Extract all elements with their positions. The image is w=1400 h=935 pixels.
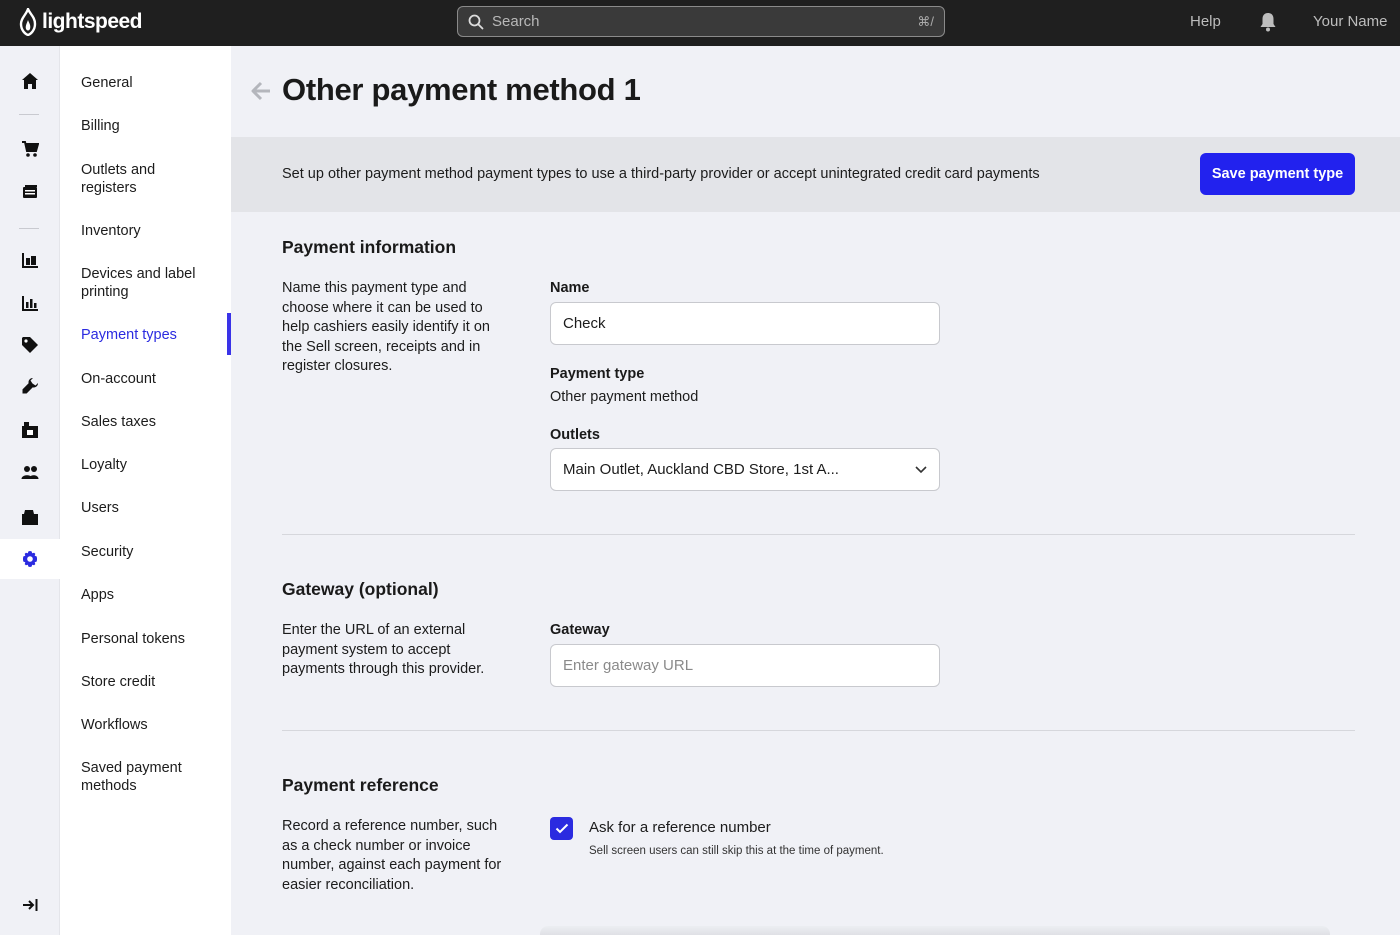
payment-reference-title: Payment reference xyxy=(282,775,439,795)
brand-name: lightspeed xyxy=(42,10,143,33)
reference-number-hint: Sell screen users can still skip this at… xyxy=(589,845,884,857)
nav-item-security[interactable]: Security xyxy=(81,543,226,561)
register-icon[interactable] xyxy=(0,497,60,537)
payment-type-label: Payment type xyxy=(550,366,645,382)
nav-item-payment-types[interactable]: Payment types xyxy=(81,326,226,344)
gateway-description: Enter the URL of an external payment sys… xyxy=(282,622,485,677)
banner-text: Set up other payment method payment type… xyxy=(282,166,1040,182)
home-icon[interactable] xyxy=(0,61,60,101)
nav-item-apps[interactable]: Apps xyxy=(81,586,226,604)
page-title: Other payment method 1 xyxy=(282,72,641,107)
nav-item-loyalty[interactable]: Loyalty xyxy=(81,456,226,474)
bell-icon[interactable] xyxy=(1259,12,1277,32)
nav-item-inventory[interactable]: Inventory xyxy=(81,222,226,240)
gateway-url-input[interactable] xyxy=(550,644,940,687)
name-label: Name xyxy=(550,280,590,296)
gear-icon[interactable] xyxy=(0,539,60,579)
flame-icon xyxy=(19,8,37,36)
name-input[interactable] xyxy=(550,302,940,345)
nav-item-sales-taxes[interactable]: Sales taxes xyxy=(81,413,226,431)
settings-nav: General Billing Outlets and registers In… xyxy=(60,46,231,935)
payment-reference-description: Record a reference number, such as a che… xyxy=(282,818,502,893)
back-arrow-icon[interactable] xyxy=(250,80,272,102)
nav-item-personal-tokens[interactable]: Personal tokens xyxy=(81,630,226,648)
search-icon xyxy=(468,14,484,29)
checkmark-icon xyxy=(555,823,568,834)
search-input[interactable] xyxy=(492,13,918,30)
nav-item-on-account[interactable]: On-account xyxy=(81,370,226,388)
nav-item-outlets-and-registers[interactable]: Outlets and registers xyxy=(81,161,181,197)
global-search[interactable]: ⌘/ xyxy=(457,6,945,37)
wrench-icon[interactable] xyxy=(0,366,60,406)
chevron-down-icon xyxy=(915,465,927,473)
catalog-icon[interactable] xyxy=(0,172,60,212)
inventory-icon[interactable] xyxy=(0,240,60,280)
outlets-selected-value: Main Outlet, Auckland CBD Store, 1st A..… xyxy=(563,461,839,478)
icon-rail xyxy=(0,46,60,935)
top-bar: lightspeed ⌘/ Help Your Name xyxy=(0,0,1400,46)
payment-type-value: Other payment method xyxy=(550,389,699,405)
save-payment-type-button[interactable]: Save payment type xyxy=(1200,153,1355,195)
store-icon[interactable] xyxy=(0,410,60,450)
help-link[interactable]: Help xyxy=(1190,13,1221,30)
footer-bar-edge xyxy=(540,926,1330,935)
nav-item-store-credit[interactable]: Store credit xyxy=(81,673,226,691)
nav-item-devices-and-label-printing[interactable]: Devices and label printing xyxy=(81,265,206,301)
reference-number-checkbox[interactable] xyxy=(550,817,573,840)
tag-icon[interactable] xyxy=(0,325,60,365)
nav-item-billing[interactable]: Billing xyxy=(81,117,226,135)
nav-item-general[interactable]: General xyxy=(81,74,226,92)
customers-icon[interactable] xyxy=(0,453,60,493)
nav-item-saved-payment-methods[interactable]: Saved payment methods xyxy=(81,759,191,795)
reports-icon[interactable] xyxy=(0,283,60,323)
section-divider xyxy=(282,730,1355,731)
gateway-title: Gateway (optional) xyxy=(282,579,439,599)
gateway-label: Gateway xyxy=(550,622,610,638)
payment-information-description: Name this payment type and choose where … xyxy=(282,280,490,374)
collapse-icon[interactable] xyxy=(0,885,60,925)
nav-item-workflows[interactable]: Workflows xyxy=(81,716,226,734)
reference-number-label[interactable]: Ask for a reference number xyxy=(589,819,771,836)
outlets-label: Outlets xyxy=(550,427,600,443)
section-divider xyxy=(282,534,1355,535)
cart-icon[interactable] xyxy=(0,129,60,169)
search-shortcut: ⌘/ xyxy=(917,13,934,29)
nav-item-users[interactable]: Users xyxy=(81,499,226,517)
payment-information-title: Payment information xyxy=(282,237,457,257)
user-menu[interactable]: Your Name xyxy=(1313,13,1388,30)
lightspeed-logo[interactable]: lightspeed xyxy=(18,8,143,36)
outlets-select[interactable]: Main Outlet, Auckland CBD Store, 1st A..… xyxy=(550,448,940,491)
